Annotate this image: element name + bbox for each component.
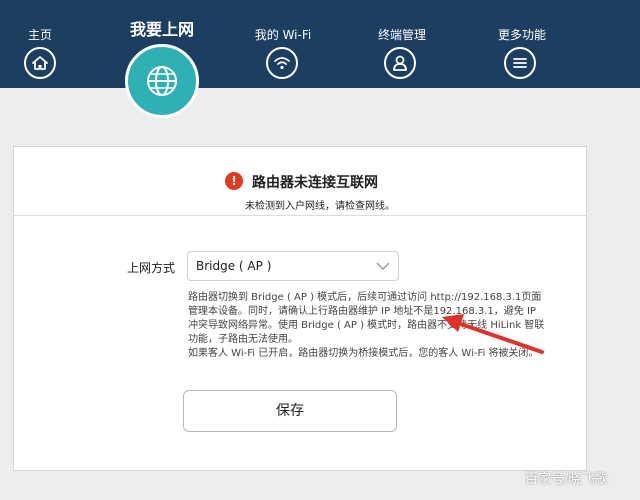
red-arrow-annotation (442, 314, 544, 354)
alert-title: 路由器未连接互联网 (252, 175, 378, 191)
wifi-icon (266, 47, 298, 79)
nav-label-devices: 终端管理 (377, 28, 426, 42)
divider (14, 215, 586, 216)
alert-subtitle: 未检测到入户网线，请检查网线。 (245, 201, 395, 212)
user-icon (384, 47, 416, 79)
alert-icon: ! (225, 172, 243, 190)
top-nav-bar (0, 0, 640, 88)
nav-label-wifi: 我的 Wi-Fi (254, 28, 312, 42)
nav-label-internet: 我要上网 (129, 20, 194, 39)
nav-label-home: 主页 (27, 28, 52, 42)
connection-mode-label: 上网方式 (127, 261, 176, 275)
connection-mode-select[interactable]: Bridge ( AP ) (187, 251, 399, 281)
globe-icon[interactable] (125, 44, 199, 118)
chevron-down-icon (376, 262, 390, 270)
menu-icon (504, 47, 536, 79)
home-icon (24, 47, 56, 79)
connection-mode-value: Bridge ( AP ) (196, 259, 272, 273)
watermark: 百家号/晓飞歌 (525, 472, 608, 487)
save-button[interactable]: 保存 (183, 390, 397, 432)
nav-label-more: 更多功能 (497, 28, 546, 42)
